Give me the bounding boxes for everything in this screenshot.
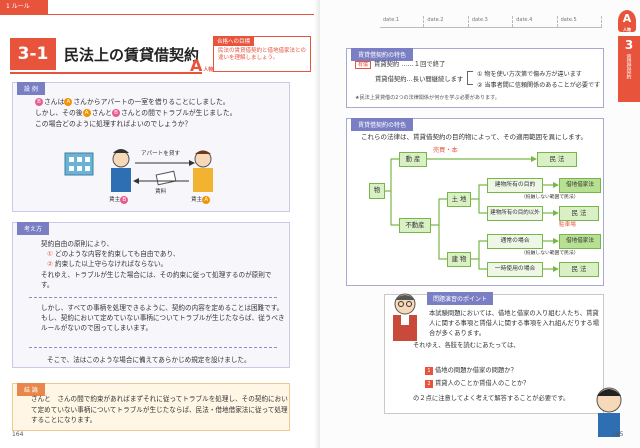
node-temp: 一時使用の場合 [487,262,543,277]
target-heading: 合格への目標 [213,36,255,46]
node-civil-1: 民 法 [537,152,577,167]
feature-box-2: 賃貸借契約の特色 これらの法律は、賃貸借契約の目的物によって、その適用範囲を異に… [346,118,604,286]
node-special-1: 借地借家法 [559,178,601,193]
book-spread: 1 ルール 3-1 民法上の賃貸借契約 A人物 合格への目標 民法の賃貸借契約と… [0,0,640,448]
divider-2 [29,347,277,348]
node-civil-3: 民 法 [559,262,599,277]
note-2: （抵触しない範囲で民法） [521,251,579,256]
node-normal: 通常の場合 [487,234,543,249]
conclusion-text: さんと さんの間で約束があればまずそれに従ってトラブルを処理し、その契約において… [31,395,288,425]
point-item-1: 1 借地の問題か借家の問題か？ [425,365,517,375]
point-last: の２点に注意してよく考えて解答することが必要です。 [413,395,570,402]
title-underline [10,72,202,74]
tenant-label: 賃主 B [109,195,129,204]
node-land: 土 地 [447,192,471,207]
date-cell[interactable]: date.3 [469,16,514,27]
landlord-label: 賃主 A [191,195,211,204]
date-cell[interactable]: date.1 [380,16,425,27]
case-box: 設 例 B さんは A さんからアパートの一室を借りることにしました。 しかし、その後… [12,82,290,212]
chapter-tab: 3 賃貸借契約 [618,36,640,102]
date-cell[interactable]: date.2 [424,16,469,27]
divider-1 [29,297,277,298]
money-label: 賃料 [155,189,167,195]
note-1: （抵触しない範囲で民法） [521,195,579,200]
label-sale: 売買・本 [433,147,458,154]
teacher-illustration [393,293,417,341]
think-box: 考え方 契約自由の原則により、 ① どのような内容を約束しても自由であり、 ② … [12,222,290,368]
chapter-title: 民法上の賃貸借契約 [64,46,200,64]
think-principle: 契約自由の原則により、 ① どのような内容を約束しても自由であり、 ② 約束した… [41,240,272,289]
label-parking: 駐車場 [559,222,576,228]
node-building: 建 物 [447,252,471,267]
node-immovable: 不動産 [399,218,431,233]
think-solution: そこで、法はこのような場合に備えてあらかじめ規定を設けました。 [47,356,251,364]
node-movable: 動 産 [399,152,427,167]
think-problem: しかし、すべての事柄を処理できるように、契約の内容を定めることは困難です。もし、… [41,304,285,333]
point-heading: 問題演習のポイント [427,292,494,305]
feature1-note: ★民法上賃貸借の2つの法律関係が何かを学ぶ必要があります。 [355,95,500,101]
node-civil-2: 民 法 [559,206,599,221]
arrow-label: アパートを貸す [141,151,181,157]
feature1-reason2: ② 当事者間に信頼関係のあることが必要です [477,82,601,89]
page-number-left: 164 [12,431,24,438]
page-number-right: 165 [612,431,624,438]
rank-tab: A 人物 [618,10,636,32]
feature-box-1: 賃貸借契約の特色 有償 賃貸契約 ……１回で終了 賃貸借契約…長い間継続します ①… [346,48,604,108]
feature1-reason1: ① 物を使い方次第で傷み方が違います [477,71,582,78]
target-box: 合格への目標 民法の賃貸借契約と借地借家法との違いを理解しましょう。 [213,36,311,72]
chapter-number: 3-1 [10,38,56,70]
think-heading: 考え方 [17,222,50,235]
feature1-line1: 有償 賃貸契約 ……１回で終了 [355,59,445,69]
node-non-owner: 建物所有の目的以外 [487,206,543,221]
point-item-2: 2 賃貸人のことか賃借人のことか？ [425,378,529,388]
bracket [467,71,473,85]
feature1-line2: 賃貸借契約…長い間継続します [375,76,464,83]
top-rule [0,14,320,15]
student-illustration [596,387,622,437]
node-thing: 物 [369,183,385,199]
date-checkboxes: date.1 date.2 date.3 date.4 date.5 [380,16,603,28]
case-illustration [64,149,213,192]
section-tab: 1 ルール [0,0,48,14]
left-page: 1 ルール 3-1 民法上の賃貸借契約 A人物 合格への目標 民法の賃貸借契約と… [0,0,320,448]
node-owner-use: 建物所有の目的 [487,178,543,193]
date-cell[interactable]: date.5 [558,16,603,27]
node-special-2: 借地借家法 [559,234,601,249]
date-cell[interactable]: date.4 [513,16,558,27]
target-text: 民法の賃貸借契約と借地借家法との違いを理解しましょう。 [218,48,306,62]
point-body: 本試験問題においては、借地と借家の入り組む人たち、賃貸人に関する事項と賃借人に関… [413,310,600,350]
conclusion-box: 結 論 さんと さんの間で約束があればまずそれに従ってトラブルを処理し、その契約… [12,383,290,431]
